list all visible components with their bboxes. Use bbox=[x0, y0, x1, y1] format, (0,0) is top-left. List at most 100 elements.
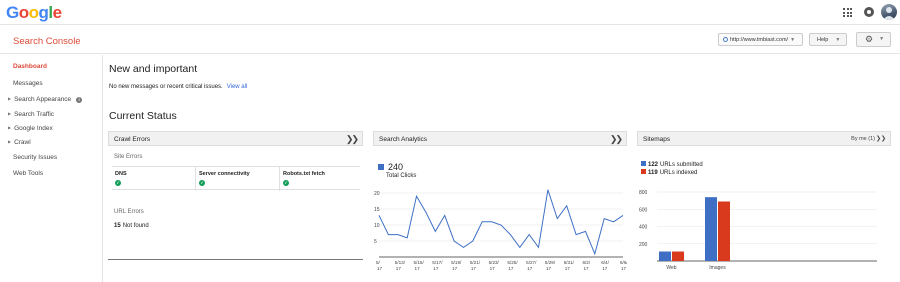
help-button[interactable]: Help ▼ bbox=[809, 33, 847, 46]
crawl-errors-header[interactable]: Crawl Errors ❯❯ bbox=[108, 131, 363, 146]
legend-swatch bbox=[641, 161, 646, 166]
x-tick-label: 5/13/ bbox=[395, 260, 406, 265]
x-tick-label: 17 bbox=[546, 266, 552, 271]
total-clicks-label: Total Clicks bbox=[386, 173, 417, 179]
expand-icon[interactable]: ❯❯ bbox=[346, 134, 359, 145]
x-tick-label: 17 bbox=[415, 266, 421, 271]
sidebar-item-google-index[interactable]: ▶ Google Index bbox=[8, 125, 53, 132]
check-icon: ✓ bbox=[283, 180, 289, 186]
sitemaps-header[interactable]: Sitemaps By me (1) ❯❯ bbox=[637, 131, 891, 146]
server-connectivity-cell[interactable]: Server connectivity ✓ bbox=[195, 167, 279, 191]
robots-fetch-cell[interactable]: Robots.txt fetch ✓ bbox=[279, 167, 360, 191]
x-tick-label: 5/19/ bbox=[451, 260, 462, 265]
x-tick-label: 5/21/ bbox=[470, 260, 481, 265]
bar-images-submitted bbox=[705, 197, 717, 261]
legend-swatch bbox=[378, 164, 384, 170]
sidebar-item-label: Crawl bbox=[14, 139, 31, 146]
check-icon: ✓ bbox=[115, 180, 121, 186]
legend-submitted: 122 URLs submitted bbox=[641, 161, 703, 169]
y-tick-label: 20 bbox=[374, 191, 380, 197]
card-title: Sitemaps bbox=[643, 136, 671, 143]
x-tick-label: 5/15/ bbox=[414, 260, 425, 265]
y-tick-label: 600 bbox=[639, 207, 648, 213]
total-clicks-legend: 240 bbox=[378, 162, 403, 172]
sidebar-item-security-issues[interactable]: Security Issues bbox=[13, 154, 57, 161]
sidebar-item-crawl[interactable]: ▶ Crawl bbox=[8, 139, 31, 146]
card-title: Crawl Errors bbox=[114, 136, 151, 143]
logo-letter: G bbox=[6, 3, 19, 22]
settings-button[interactable]: ⚙ ▼ bbox=[856, 32, 891, 47]
console-header: Search Console http://www.tmbiast.com/▼ … bbox=[0, 26, 900, 54]
robots-fetch-label: Robots.txt fetch bbox=[283, 171, 325, 177]
section-title-new-important: New and important bbox=[109, 63, 198, 75]
site-errors-table: DNS ✓ Server connectivity ✓ Robots.txt f… bbox=[112, 166, 360, 191]
x-tick-label: 17 bbox=[452, 266, 458, 271]
indexed-count: 119 bbox=[648, 170, 658, 176]
search-analytics-header[interactable]: Search Analytics ❯❯ bbox=[373, 131, 627, 146]
x-tick-label: 17 bbox=[508, 266, 514, 271]
x-tick-label: 6/2/ bbox=[582, 260, 590, 265]
by-me-filter[interactable]: By me (1) bbox=[851, 136, 875, 142]
site-selector[interactable]: http://www.tmbiast.com/▼ bbox=[718, 33, 803, 46]
sitemaps-card: Sitemaps By me (1) ❯❯ 122 URLs submitted … bbox=[637, 131, 891, 282]
check-icon: ✓ bbox=[199, 180, 205, 186]
sidebar-item-messages[interactable]: Messages bbox=[13, 80, 43, 87]
sidebar-item-search-traffic[interactable]: ▶ Search Traffic bbox=[8, 111, 54, 118]
info-icon[interactable]: i bbox=[76, 97, 83, 103]
dns-cell[interactable]: DNS ✓ bbox=[112, 167, 195, 191]
apps-icon[interactable] bbox=[843, 8, 852, 17]
sidebar-item-search-appearance[interactable]: ▶ Search Appearance i bbox=[8, 96, 83, 103]
x-tick-label: 5/ bbox=[376, 260, 381, 265]
not-found-row[interactable]: 15 Not found bbox=[114, 223, 149, 229]
logo-letter: o bbox=[28, 3, 39, 22]
notifications-icon[interactable] bbox=[864, 7, 874, 17]
total-clicks-value: 240 bbox=[388, 162, 404, 172]
bar-web-submitted bbox=[659, 251, 671, 261]
expand-icon[interactable]: ❯❯ bbox=[610, 134, 623, 145]
x-tick-label: 17 bbox=[490, 266, 496, 271]
url-errors-label: URL Errors bbox=[114, 209, 144, 215]
series-line-total-clicks bbox=[378, 189, 624, 256]
y-tick-label: 800 bbox=[639, 190, 648, 196]
x-tick-label: 17 bbox=[621, 266, 627, 271]
app-title[interactable]: Search Console bbox=[13, 36, 81, 47]
section-title-current-status: Current Status bbox=[109, 110, 177, 122]
x-tick-label: 17 bbox=[583, 266, 589, 271]
x-tick-label: 17 bbox=[565, 266, 571, 271]
sidebar-item-dashboard[interactable]: Dashboard bbox=[13, 63, 47, 70]
view-all-link[interactable]: View all bbox=[227, 84, 248, 90]
legend-indexed: 119 URLs indexed bbox=[641, 169, 703, 177]
x-tick-label: Web bbox=[666, 265, 676, 271]
submitted-label: URLs submitted bbox=[660, 162, 703, 168]
card-title: Search Analytics bbox=[379, 136, 428, 143]
google-logo[interactable]: Google bbox=[6, 3, 62, 23]
expand-triangle-icon: ▶ bbox=[8, 96, 12, 101]
sitemaps-legend: 122 URLs submitted 119 URLs indexed bbox=[641, 161, 703, 177]
submitted-count: 122 bbox=[648, 162, 659, 168]
bar-images-indexed bbox=[718, 201, 730, 261]
sidebar-item-label: Security Issues bbox=[13, 154, 58, 161]
gear-icon: ⚙ bbox=[865, 34, 874, 44]
logo-letter: o bbox=[18, 3, 29, 22]
no-messages-text: No new messages or recent critical issue… bbox=[109, 84, 223, 90]
chevron-down-icon: ▼ bbox=[879, 36, 885, 42]
server-connectivity-label: Server connectivity bbox=[199, 171, 250, 177]
indexed-label: URLs indexed bbox=[659, 170, 698, 176]
avatar[interactable] bbox=[881, 4, 897, 20]
sidebar-item-label: Search Traffic bbox=[14, 111, 55, 118]
x-tick-label: 17 bbox=[433, 266, 439, 271]
chevron-down-icon: ▼ bbox=[835, 37, 841, 43]
search-analytics-card: Search Analytics ❯❯ 240 Total Clicks 5 10… bbox=[373, 131, 627, 282]
logo-letter: e bbox=[52, 3, 62, 22]
x-tick-label: 17 bbox=[396, 266, 402, 271]
globe-icon bbox=[723, 37, 728, 42]
y-tick-label: 400 bbox=[639, 225, 648, 231]
x-tick-label: 6/4/ bbox=[601, 260, 609, 265]
sidebar-item-web-tools[interactable]: Web Tools bbox=[13, 170, 43, 177]
sidebar-item-label: Dashboard bbox=[13, 63, 47, 70]
x-tick-label: Images bbox=[709, 265, 726, 271]
expand-icon[interactable]: ❯❯ bbox=[876, 135, 886, 142]
y-tick-label: 5 bbox=[374, 239, 377, 245]
logo-letter: g bbox=[38, 3, 49, 22]
site-url: http://www.tmbiast.com/ bbox=[730, 37, 789, 43]
